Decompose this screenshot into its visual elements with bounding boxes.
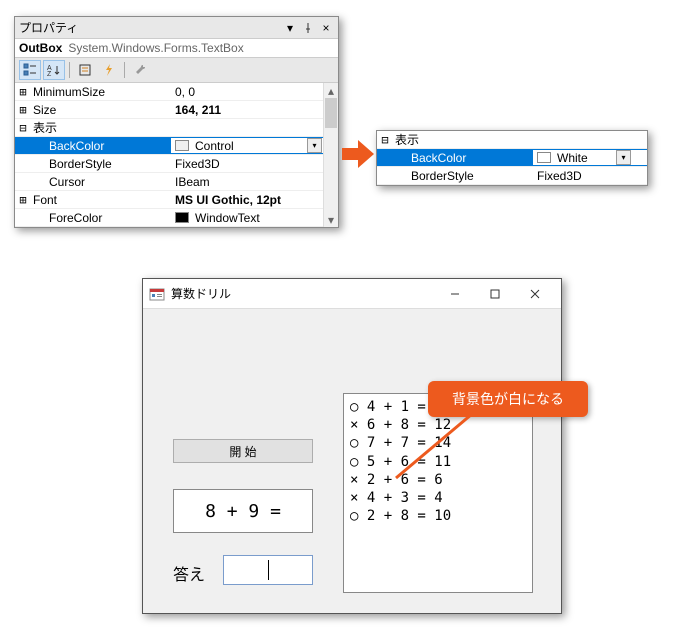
dropdown-button[interactable]: ▾ — [616, 150, 631, 165]
properties-grid-after: ⊟表示 BackColor White ▾ BorderStyle Fixed3D — [377, 131, 647, 185]
property-value[interactable]: MS UI Gothic, 12pt — [171, 193, 338, 207]
property-value[interactable]: Fixed3D — [171, 157, 338, 171]
property-row[interactable]: ⊞MinimumSize 0, 0 — [15, 83, 338, 101]
properties-toolbar: AZ — [15, 58, 338, 83]
property-pages-button[interactable] — [74, 60, 96, 80]
svg-text:Z: Z — [47, 71, 52, 77]
answer-input[interactable] — [223, 555, 313, 585]
property-name: BorderStyle — [47, 157, 171, 171]
object-selector[interactable]: OutBox System.Windows.Forms.TextBox — [15, 39, 338, 58]
property-name: MinimumSize — [31, 85, 171, 99]
color-swatch — [537, 152, 551, 163]
titlebar[interactable]: 算数ドリル — [143, 279, 561, 309]
properties-snippet: ⊟表示 BackColor White ▾ BorderStyle Fixed3D — [376, 130, 648, 186]
categorized-button[interactable] — [19, 60, 41, 80]
expand-icon[interactable]: ⊞ — [15, 85, 31, 99]
property-value-text: 164, 211 — [175, 103, 221, 117]
property-row[interactable]: ⊞Font MS UI Gothic, 12pt — [15, 191, 338, 209]
color-swatch — [175, 140, 189, 151]
expression-box: 8 + 9 = — [173, 489, 313, 533]
answer-label: 答え — [173, 561, 205, 585]
scroll-thumb[interactable] — [325, 98, 337, 128]
close-icon[interactable]: × — [318, 20, 334, 36]
app-window: 算数ドリル 開 始 8 + 9 = 答え ○ 4 + 1 = 5× 6 + 8 … — [142, 278, 562, 614]
property-value-text: Control — [195, 139, 234, 153]
properties-panel: プロパティ ▾ × OutBox System.Windows.Forms.Te… — [14, 16, 339, 228]
property-row[interactable]: ⊞Size 164, 211 — [15, 101, 338, 119]
property-name: 表示 — [393, 131, 533, 148]
property-row[interactable]: ForeColor WindowText — [15, 209, 338, 227]
maximize-button[interactable] — [475, 280, 515, 308]
property-row[interactable]: Cursor IBeam — [15, 173, 338, 191]
property-value[interactable]: 0, 0 — [171, 85, 338, 99]
caret — [268, 560, 269, 580]
property-value-text: Fixed3D — [175, 157, 220, 171]
property-value[interactable]: Fixed3D — [533, 169, 647, 183]
property-name: Cursor — [47, 175, 171, 189]
properties-grid: ▴ ▾ ⊞MinimumSize0, 0⊞Size164, 211⊟表示Back… — [15, 83, 338, 227]
collapse-icon[interactable]: ⊟ — [377, 133, 393, 147]
object-type: System.Windows.Forms.TextBox — [68, 41, 243, 55]
events-button[interactable] — [98, 60, 120, 80]
property-value[interactable]: IBeam — [171, 175, 338, 189]
property-name: BorderStyle — [409, 169, 533, 183]
scrollbar[interactable]: ▴ ▾ — [323, 83, 338, 227]
color-swatch — [175, 212, 189, 223]
property-name: Font — [31, 193, 171, 207]
app-icon — [149, 286, 165, 302]
app-body: 開 始 8 + 9 = 答え ○ 4 + 1 = 5× 6 + 8 = 12○ … — [143, 309, 561, 613]
property-row[interactable]: BackColor White ▾ — [377, 149, 647, 167]
start-button[interactable]: 開 始 — [173, 439, 313, 463]
wrench-button[interactable] — [129, 60, 151, 80]
callout-label: 背景色が白になる — [428, 381, 588, 417]
output-line: × 6 + 8 = 12 — [350, 416, 526, 434]
property-value-text: IBeam — [175, 175, 210, 189]
pin-icon[interactable] — [300, 20, 316, 36]
output-line: × 4 + 3 = 4 — [350, 489, 526, 507]
dropdown-icon[interactable]: ▾ — [282, 20, 298, 36]
properties-titlebar: プロパティ ▾ × — [15, 17, 338, 39]
minimize-button[interactable] — [435, 280, 475, 308]
output-line: ○ 2 + 8 = 10 — [350, 507, 526, 525]
dropdown-button[interactable]: ▾ — [307, 138, 322, 153]
property-value[interactable]: Control ▾ — [171, 138, 338, 153]
property-row[interactable]: BackColor Control ▾ — [15, 137, 338, 155]
property-value-text: White — [557, 151, 588, 165]
property-value-text: WindowText — [195, 211, 260, 225]
property-row[interactable]: BorderStyle Fixed3D — [377, 167, 647, 185]
output-line: ○ 7 + 7 = 14 — [350, 434, 526, 452]
output-line: ○ 5 + 6 = 11 — [350, 453, 526, 471]
property-row[interactable]: ⊟表示 — [15, 119, 338, 137]
alphabetical-button[interactable]: AZ — [43, 60, 65, 80]
collapse-icon[interactable]: ⊟ — [15, 121, 31, 135]
property-value-text: 0, 0 — [175, 85, 195, 99]
object-name: OutBox — [19, 41, 62, 55]
property-value-text: MS UI Gothic, 12pt — [175, 193, 281, 207]
property-name: ForeColor — [47, 211, 171, 225]
arrow-icon — [342, 140, 374, 168]
property-value[interactable]: White ▾ — [533, 150, 647, 165]
scroll-up-icon[interactable]: ▴ — [324, 83, 338, 98]
property-name: 表示 — [31, 119, 171, 136]
window-title: 算数ドリル — [171, 285, 435, 302]
property-name: BackColor — [47, 139, 171, 153]
panel-title: プロパティ — [19, 19, 280, 36]
output-textbox[interactable]: ○ 4 + 1 = 5× 6 + 8 = 12○ 7 + 7 = 14○ 5 +… — [343, 393, 533, 593]
property-row[interactable]: BorderStyle Fixed3D — [15, 155, 338, 173]
property-value[interactable]: WindowText — [171, 211, 338, 225]
property-value[interactable]: 164, 211 — [171, 103, 338, 117]
expand-icon[interactable]: ⊞ — [15, 103, 31, 117]
property-name: BackColor — [409, 151, 533, 165]
property-row[interactable]: ⊟表示 — [377, 131, 647, 149]
expand-icon[interactable]: ⊞ — [15, 193, 31, 207]
output-line: × 2 + 6 = 6 — [350, 471, 526, 489]
property-name: Size — [31, 103, 171, 117]
property-value-text: Fixed3D — [537, 169, 582, 183]
scroll-down-icon[interactable]: ▾ — [324, 212, 338, 227]
close-button[interactable] — [515, 280, 555, 308]
